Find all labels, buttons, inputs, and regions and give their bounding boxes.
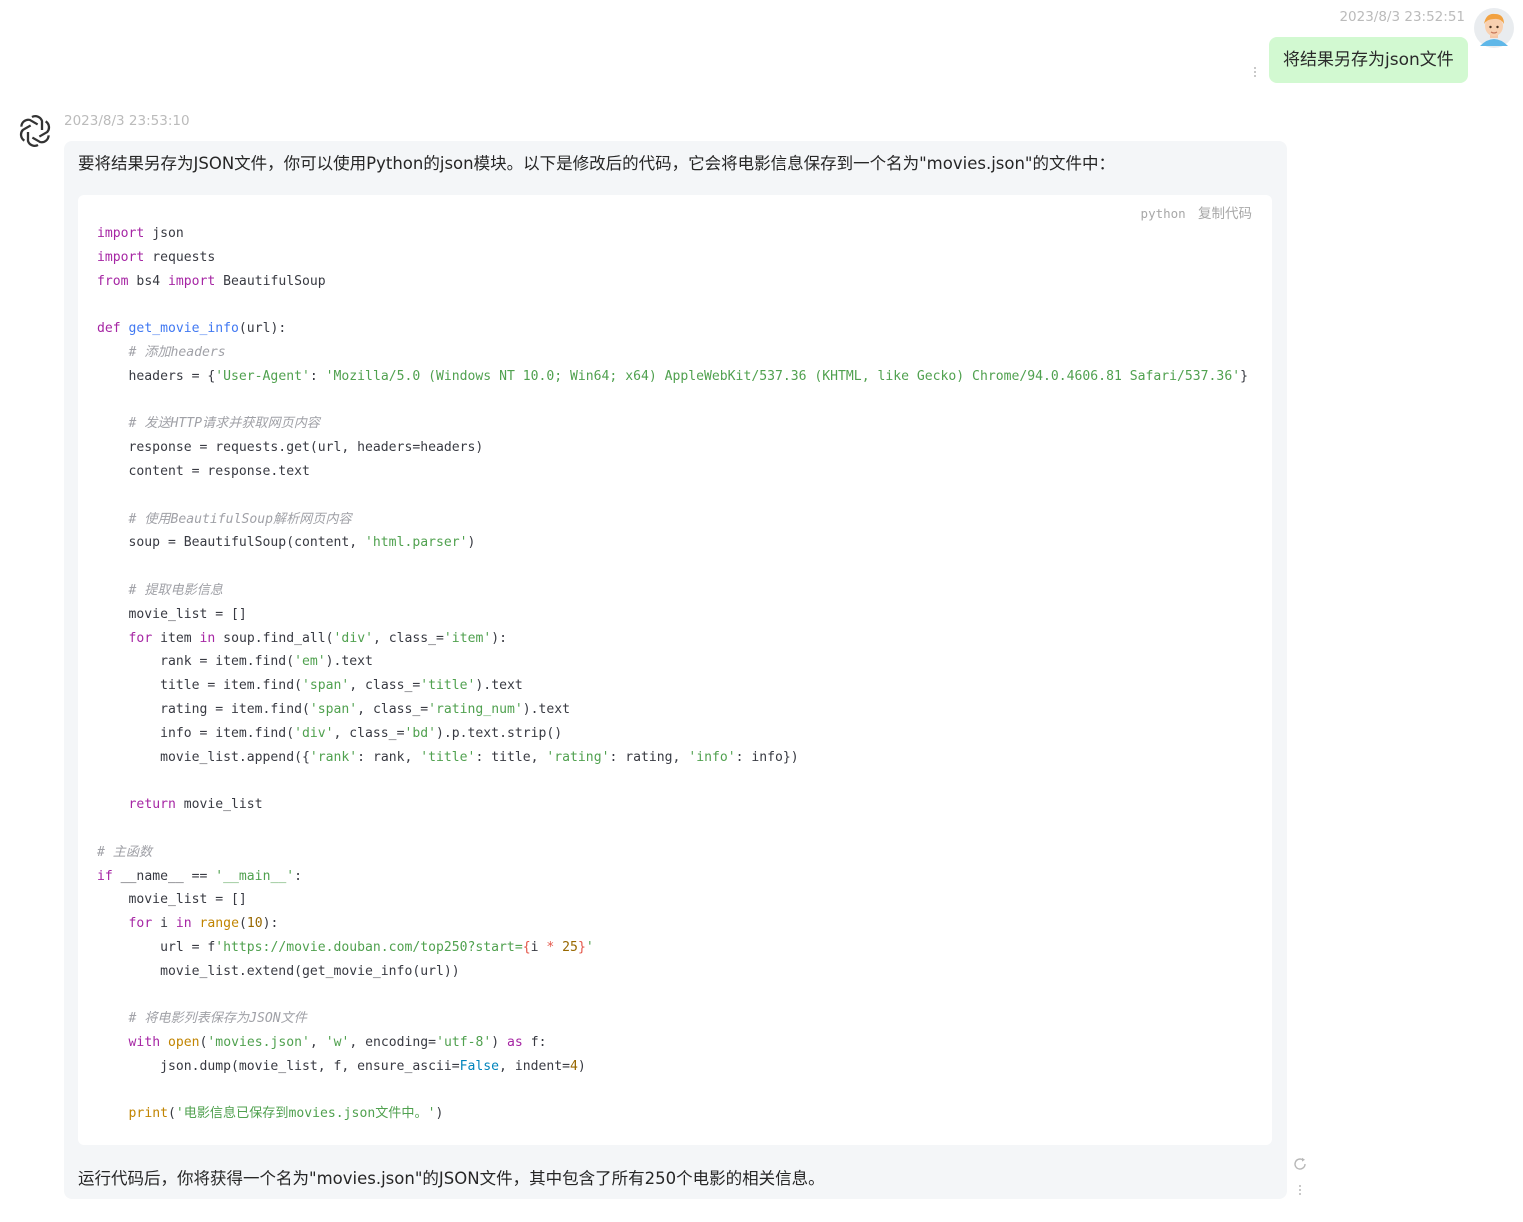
copy-code-button[interactable]: 复制代码 xyxy=(1198,206,1252,222)
assistant-message-bubble: 要将结果另存为JSON文件，你可以使用Python的json模块。以下是修改后的… xyxy=(64,141,1287,1199)
regenerate-icon[interactable] xyxy=(1293,1157,1307,1171)
assistant-intro-text: 要将结果另存为JSON文件，你可以使用Python的json模块。以下是修改后的… xyxy=(78,154,1116,173)
user-avatar-icon xyxy=(1474,8,1514,48)
assistant-outro-text: 运行代码后，你将获得一个名为"movies.json"的JSON文件，其中包含了… xyxy=(78,1169,825,1188)
assistant-timestamp: 2023/8/3 23:53:10 xyxy=(64,113,190,129)
user-timestamp: 2023/8/3 23:52:51 xyxy=(1339,9,1465,25)
code-block-header: python 复制代码 xyxy=(1141,202,1252,222)
openai-logo-icon xyxy=(19,115,51,147)
user-message-bubble: 将结果另存为json文件 xyxy=(1269,37,1468,83)
code-block: python 复制代码 import json import requests … xyxy=(78,195,1272,1145)
code-language-label: python xyxy=(1140,206,1186,221)
user-avatar xyxy=(1474,8,1514,48)
user-more-icon[interactable] xyxy=(1252,67,1258,77)
code-content: import json import requests from bs4 imp… xyxy=(97,226,1248,1122)
assistant-more-icon[interactable] xyxy=(1297,1185,1303,1195)
assistant-avatar xyxy=(16,112,54,150)
